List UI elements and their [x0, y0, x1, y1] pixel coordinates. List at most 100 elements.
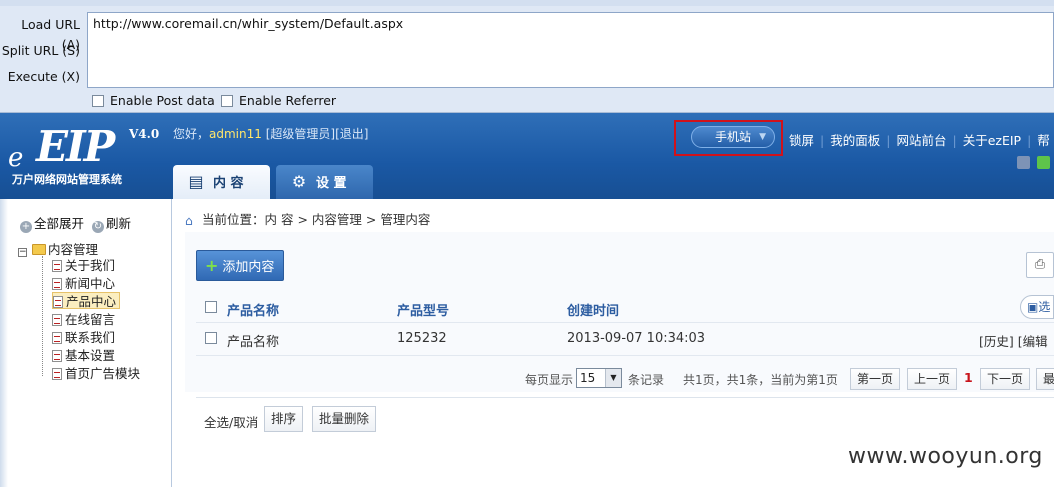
sidebar-item-about[interactable]: 关于我们: [52, 257, 118, 274]
eip-logo: e EIP V4.0 万户网络网站管理系统: [8, 122, 168, 187]
watermark: www.wooyun.org: [848, 444, 1043, 469]
enable-referrer-toggle[interactable]: Enable Referrer: [221, 93, 336, 109]
column-select-tool[interactable]: ▣选: [1020, 295, 1054, 319]
collapse-icon[interactable]: −: [18, 248, 27, 257]
cell-product-model: 125232: [397, 331, 447, 346]
dropdown-arrow-icon: ▼: [605, 369, 621, 387]
last-page-button[interactable]: 最: [1036, 368, 1054, 390]
tab-settings-label: 设 置: [316, 176, 347, 191]
page-icon: [52, 314, 62, 326]
sidebar-item-label: 联系我们: [65, 330, 116, 345]
header-divider: [196, 322, 1054, 323]
page-icon: [53, 296, 63, 308]
mobile-site-dropdown[interactable]: 手机站 ▼: [691, 126, 775, 148]
sidebar-item-news[interactable]: 新闻中心: [52, 275, 118, 292]
load-url-button[interactable]: Load URL (A): [0, 15, 84, 52]
document-icon: ▤: [188, 172, 204, 191]
edit-link[interactable]: [编辑: [1018, 334, 1048, 349]
history-link[interactable]: [历史]: [979, 334, 1014, 349]
column-select-label: 选: [1038, 300, 1051, 314]
page-icon: [52, 260, 62, 272]
execute-button[interactable]: Execute (X): [0, 67, 84, 87]
tab-settings[interactable]: ⚙ 设 置: [276, 165, 373, 199]
url-textarea[interactable]: http://www.coremail.cn/whir_system/Defau…: [87, 12, 1054, 88]
select-all-checkbox[interactable]: [205, 301, 217, 313]
sidebar-item-label: 基本设置: [65, 348, 116, 363]
theme-green-icon[interactable]: [1037, 156, 1050, 169]
page-icon: [52, 350, 62, 362]
next-page-button[interactable]: 下一页: [980, 368, 1031, 390]
theme-blue-icon[interactable]: [1017, 156, 1030, 169]
cell-product-name[interactable]: 产品名称: [227, 331, 279, 350]
logo-swash: e: [8, 143, 24, 173]
folder-icon: [32, 244, 46, 255]
expand-all-button[interactable]: + 全部展开: [20, 216, 85, 233]
screen: { "toolbar": { "partial_menu": "SQL \u00…: [0, 0, 1054, 487]
sidebar-item-basic-settings[interactable]: 基本设置: [52, 347, 118, 364]
my-panel-link[interactable]: 我的面板: [824, 130, 886, 149]
per-page-label: 每页显示: [525, 373, 574, 387]
hackbar-toolbar: Load URL (A) Split URL (S) Execute (X) h…: [0, 0, 1054, 113]
site-front-link[interactable]: 网站前台: [890, 130, 952, 149]
cms-header: e EIP V4.0 万户网络网站管理系统 您好，admin11 [超级管理员]…: [0, 113, 1054, 199]
logo-wordmark: EIP: [36, 122, 115, 171]
chevron-down-icon: ▼: [759, 132, 766, 142]
sidebar-item-label: 首页广告模块: [65, 366, 141, 381]
about-link[interactable]: 关于ezEIP: [957, 130, 1027, 149]
first-page-button[interactable]: 第一页: [850, 368, 901, 390]
refresh-button[interactable]: ↻ 刷新: [92, 216, 132, 233]
user-role: [超级管理员]: [265, 127, 336, 141]
enable-post-checkbox[interactable]: [92, 95, 104, 107]
tree-root-label: 内容管理: [48, 242, 99, 257]
add-content-button[interactable]: + 添加内容: [196, 250, 284, 281]
sidebar-item-label: 在线留言: [65, 312, 116, 327]
tab-content[interactable]: ▤ 内 容: [173, 165, 270, 199]
home-icon: ⌂: [185, 213, 193, 228]
current-page: 1: [964, 370, 973, 385]
prev-page-button[interactable]: 上一页: [907, 368, 958, 390]
add-content-label: 添加内容: [222, 260, 275, 275]
page-icon: [52, 332, 62, 344]
refresh-label: 刷新: [106, 216, 132, 231]
print-icon[interactable]: ⎙: [1026, 252, 1054, 278]
enable-referrer-checkbox[interactable]: [221, 95, 233, 107]
page-icon: [52, 368, 62, 380]
sidebar-item-contact[interactable]: 联系我们: [52, 329, 118, 346]
select-all-toggle[interactable]: 全选/取消: [204, 412, 258, 431]
page-icon: [52, 278, 62, 290]
tree-root-content-management[interactable]: − 内容管理: [18, 239, 98, 258]
logo-version: V4.0: [129, 127, 160, 141]
sidebar-item-label: 产品中心: [66, 294, 117, 309]
cell-created-time: 2013-09-07 10:34:03: [567, 331, 706, 346]
logout-link[interactable]: [退出]: [335, 127, 368, 141]
sidebar-item-label: 新闻中心: [65, 276, 116, 291]
breadcrumb-text: 当前位置：内 容 > 内容管理 > 管理内容: [202, 212, 431, 227]
logo-subtitle: 万户网络网站管理系统: [12, 173, 122, 186]
gear-icon: ⚙: [291, 172, 307, 191]
column-header-name: 产品名称: [227, 304, 280, 319]
lock-screen-link[interactable]: 锁屏: [783, 130, 820, 149]
sidebar-item-messages[interactable]: 在线留言: [52, 311, 118, 328]
username: admin11: [209, 127, 262, 141]
sidebar-edge: [0, 199, 8, 487]
split-url-button[interactable]: Split URL (S): [0, 41, 84, 61]
tree-connector: [42, 256, 43, 376]
batch-delete-button[interactable]: 批量删除: [312, 406, 377, 432]
enable-post-toggle[interactable]: Enable Post data: [92, 93, 215, 109]
sidebar-item-home-ads[interactable]: 首页广告模块: [52, 365, 143, 382]
sidebar-actions: + 全部展开 ↻ 刷新: [20, 213, 131, 233]
sidebar-item-products[interactable]: 产品中心: [52, 292, 121, 309]
per-page-select[interactable]: 15 ▼: [576, 368, 622, 388]
sort-button[interactable]: 排序: [264, 406, 304, 432]
expand-all-label: 全部展开: [34, 216, 85, 231]
user-greeting: 您好，admin11 [超级管理员][退出]: [173, 125, 368, 142]
row-divider: [196, 355, 1054, 356]
records-label: 条记录: [628, 373, 665, 387]
greeting-prefix: 您好，: [173, 127, 210, 141]
per-page-value: 15: [580, 371, 596, 385]
row-checkbox[interactable]: [205, 332, 217, 344]
mobile-site-label: 手机站: [714, 130, 751, 144]
help-link[interactable]: 帮: [1031, 130, 1054, 149]
footer-divider: [196, 397, 1054, 398]
breadcrumb: ⌂ 当前位置：内 容 > 内容管理 > 管理内容: [185, 209, 430, 228]
